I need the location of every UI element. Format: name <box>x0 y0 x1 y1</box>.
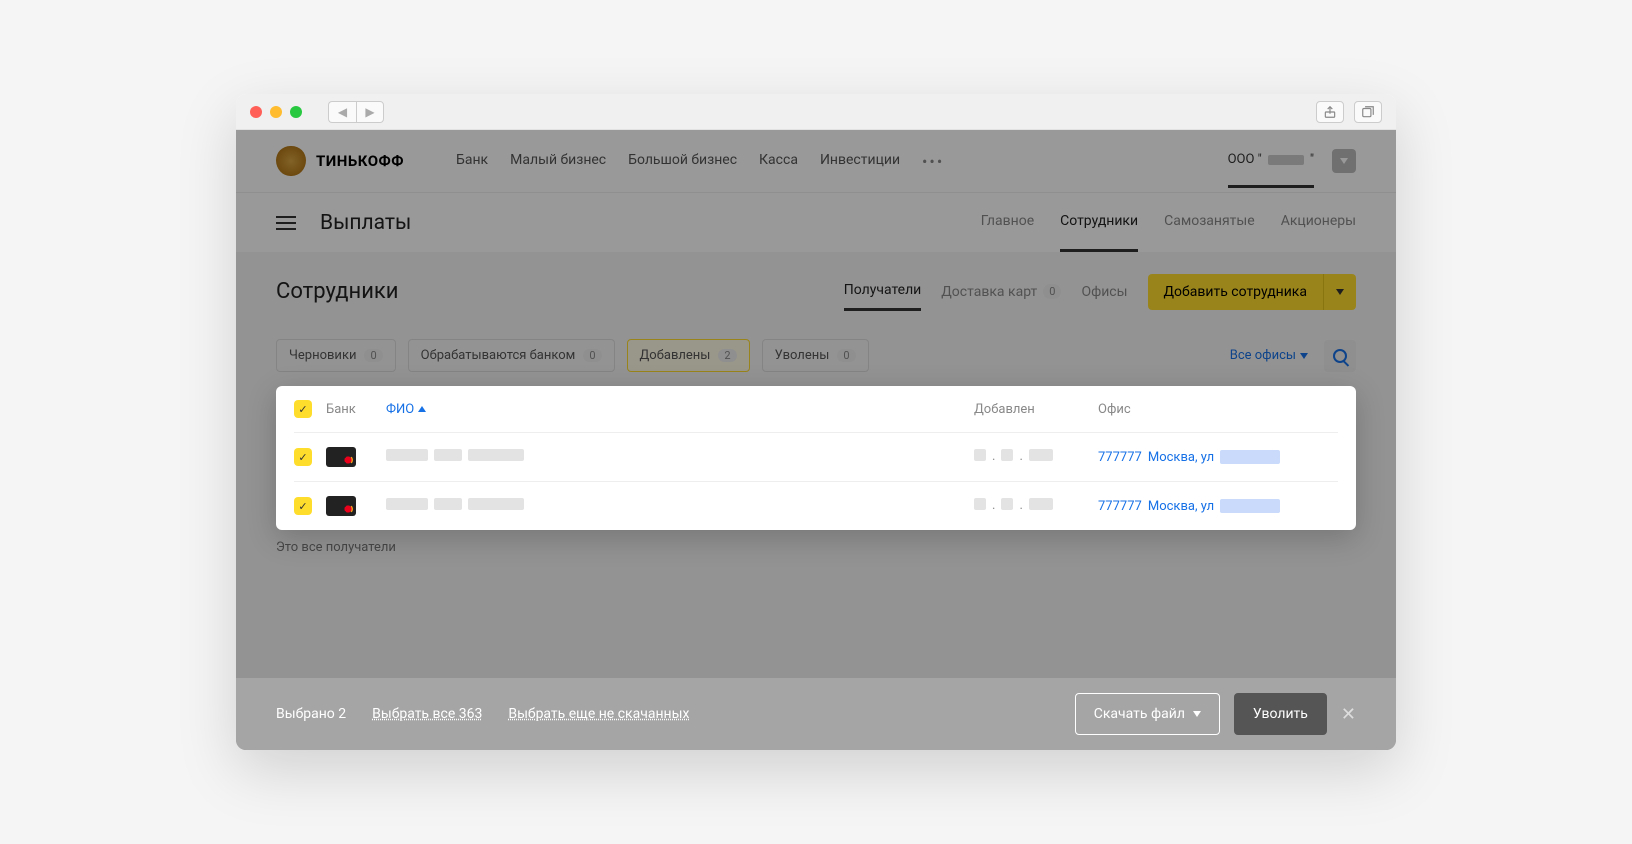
topnav-item-kassa[interactable]: Касса <box>759 152 798 171</box>
select-all-link[interactable]: Выбрать все 363 <box>372 706 482 722</box>
add-employee-dropdown[interactable] <box>1323 274 1356 310</box>
chevron-down-icon <box>1193 711 1201 717</box>
download-file-button[interactable]: Скачать файл <box>1075 693 1220 735</box>
company-label: ООО " <box>1228 152 1262 167</box>
section-title: Выплаты <box>320 211 411 235</box>
chevron-down-icon <box>1336 289 1344 295</box>
office-filter-selector[interactable]: Все офисы <box>1230 348 1308 363</box>
chevron-down-icon <box>1340 158 1348 164</box>
select-remaining-link[interactable]: Выбрать еще не скачанных <box>508 706 689 722</box>
table-header-row: ✓ Банк ФИО Добавлен Офис <box>294 386 1338 433</box>
filter-fired[interactable]: Уволены 0 <box>762 339 869 372</box>
table-row[interactable]: ✓ .. 777777 Москва, ул <box>294 482 1338 530</box>
company-selector[interactable]: ООО " " <box>1228 134 1314 188</box>
office-street-redacted <box>1220 499 1280 513</box>
hamburger-menu-button[interactable] <box>276 216 296 230</box>
window-close-dot[interactable] <box>250 106 262 118</box>
add-employee-button[interactable]: Добавить сотрудника <box>1148 274 1356 310</box>
share-button[interactable] <box>1316 101 1344 123</box>
brand-logo[interactable]: ТИНЬКОФФ <box>276 146 404 176</box>
subtab-main[interactable]: Главное <box>981 193 1034 252</box>
nav-forward-button[interactable]: ▶ <box>356 101 384 123</box>
selected-count-label: Выбрано 2 <box>276 706 346 722</box>
page-tab-delivery[interactable]: Доставка карт 0 <box>941 274 1061 310</box>
browser-window: ◀ ▶ ТИНЬКОФФ Банк Малый бизнес Боль <box>236 94 1396 750</box>
add-employee-label: Добавить сотрудника <box>1148 274 1323 310</box>
page-tab-recipients[interactable]: Получатели <box>844 272 922 311</box>
profile-dropdown-button[interactable] <box>1332 149 1356 173</box>
search-icon <box>1333 349 1347 363</box>
office-link[interactable]: 777777 Москва, ул <box>1098 450 1280 465</box>
row-checkbox[interactable]: ✓ <box>294 448 312 466</box>
office-street-redacted <box>1220 450 1280 464</box>
col-header-office: Офис <box>1098 402 1338 417</box>
sort-asc-icon <box>418 406 426 412</box>
office-link[interactable]: 777777 Москва, ул <box>1098 499 1280 514</box>
col-header-added: Добавлен <box>974 402 1084 417</box>
top-navigation: ТИНЬКОФФ Банк Малый бизнес Большой бизне… <box>236 130 1396 192</box>
section-bar: Выплаты Главное Сотрудники Самозанятые А… <box>236 192 1396 252</box>
employee-name-redacted <box>386 449 524 461</box>
page-tab-offices[interactable]: Офисы <box>1081 274 1127 310</box>
shield-icon <box>276 146 306 176</box>
added-date: .. <box>974 498 1084 514</box>
status-filter-row: Черновики 0 Обрабатываются банком 0 Доба… <box>236 311 1396 386</box>
fire-button[interactable]: Уволить <box>1234 693 1327 735</box>
bank-card-icon <box>326 447 356 467</box>
chevron-down-icon <box>1300 353 1308 359</box>
subtab-employees[interactable]: Сотрудники <box>1060 193 1138 252</box>
end-of-list-hint: Это все получатели <box>236 530 1396 565</box>
topnav-item-bank[interactable]: Банк <box>456 152 488 171</box>
select-all-checkbox[interactable]: ✓ <box>294 400 312 418</box>
window-zoom-dot[interactable] <box>290 106 302 118</box>
subtab-shareholders[interactable]: Акционеры <box>1281 193 1356 252</box>
filter-added[interactable]: Добавлены 2 <box>627 339 750 372</box>
filter-drafts[interactable]: Черновики 0 <box>276 339 396 372</box>
nav-arrows: ◀ ▶ <box>328 101 384 123</box>
search-button[interactable] <box>1324 340 1356 372</box>
topnav-more-icon[interactable]: ••• <box>922 152 944 171</box>
filter-processing[interactable]: Обрабатываются банком 0 <box>408 339 615 372</box>
topnav-item-big-biz[interactable]: Большой бизнес <box>628 152 737 171</box>
col-header-fio[interactable]: ФИО <box>386 402 960 417</box>
subtab-selfemployed[interactable]: Самозанятые <box>1164 193 1255 252</box>
app-viewport: ТИНЬКОФФ Банк Малый бизнес Большой бизне… <box>236 130 1396 750</box>
close-icon[interactable]: ✕ <box>1341 704 1356 725</box>
page-title: Сотрудники <box>276 279 399 304</box>
topnav-item-small-biz[interactable]: Малый бизнес <box>510 152 606 171</box>
col-header-bank: Банк <box>326 402 372 417</box>
selection-action-bar: Выбрано 2 Выбрать все 363 Выбрать еще не… <box>236 678 1396 750</box>
employees-table: ✓ Банк ФИО Добавлен Офис ✓ <box>276 386 1356 530</box>
brand-name: ТИНЬКОФФ <box>316 152 404 170</box>
page-header: Сотрудники Получатели Доставка карт 0 Оф… <box>236 252 1396 311</box>
company-name-redacted <box>1268 155 1304 165</box>
added-date: .. <box>974 449 1084 465</box>
table-row[interactable]: ✓ .. 777777 Москва, ул <box>294 433 1338 482</box>
bank-card-icon <box>326 496 356 516</box>
window-minimize-dot[interactable] <box>270 106 282 118</box>
row-checkbox[interactable]: ✓ <box>294 497 312 515</box>
nav-back-button[interactable]: ◀ <box>328 101 356 123</box>
tabs-button[interactable] <box>1354 101 1382 123</box>
topnav-item-invest[interactable]: Инвестиции <box>820 152 900 171</box>
browser-titlebar: ◀ ▶ <box>236 94 1396 130</box>
employee-name-redacted <box>386 498 524 510</box>
